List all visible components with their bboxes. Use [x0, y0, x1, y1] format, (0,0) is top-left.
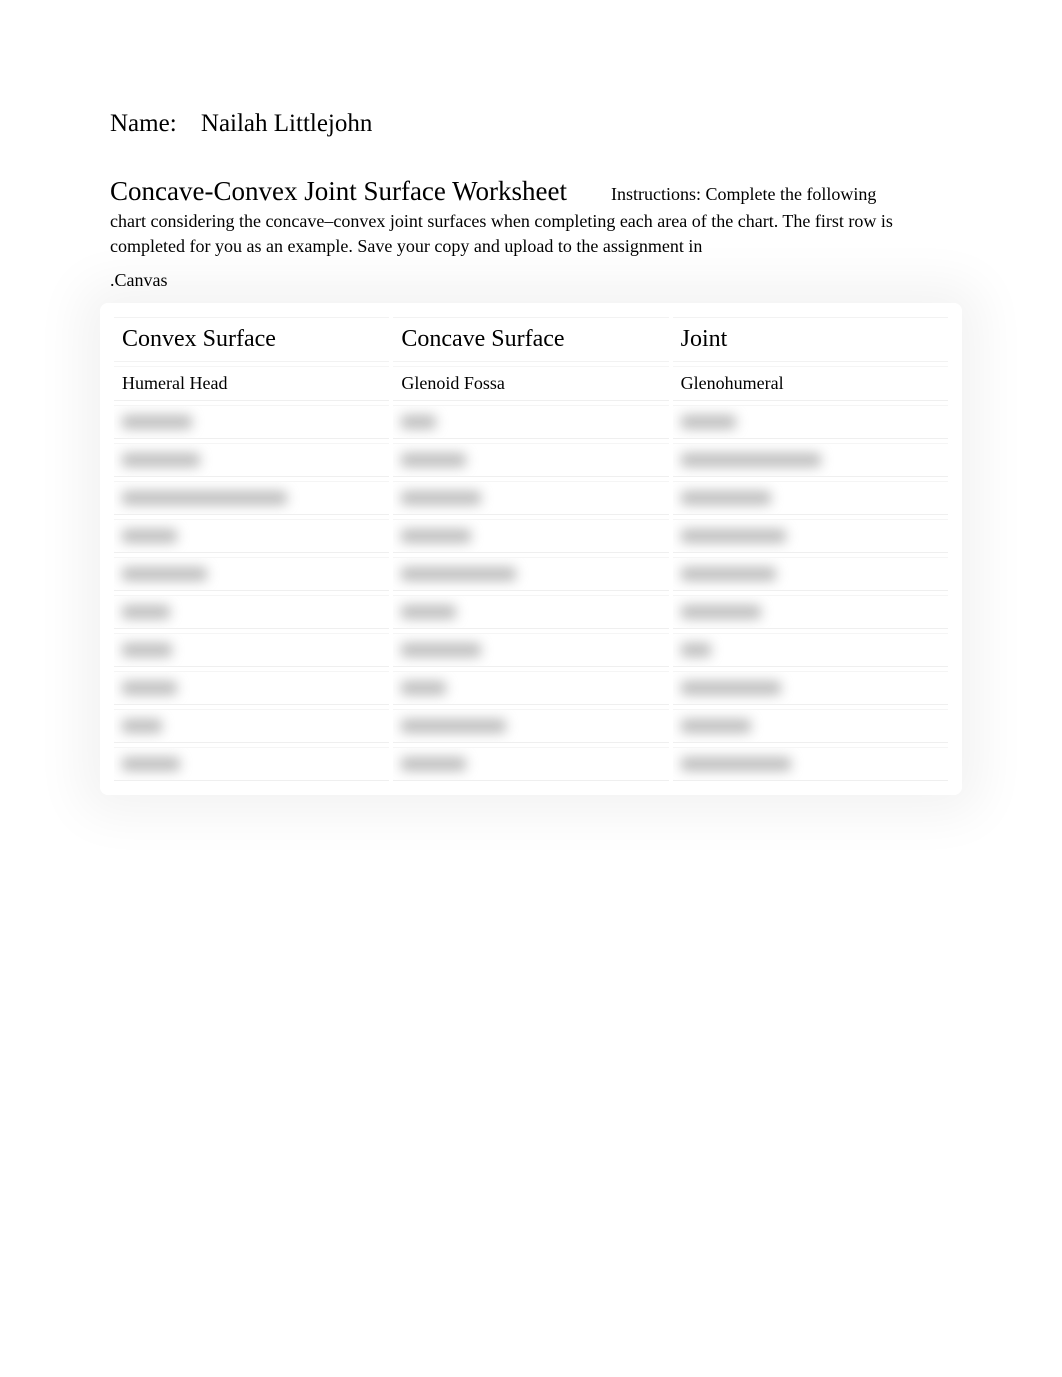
name-row: Name: Nailah Littlejohn: [110, 110, 952, 138]
cell-concave: [393, 481, 668, 515]
cell-convex: [114, 747, 389, 781]
cell-concave: [393, 519, 668, 553]
table-row: [114, 557, 948, 591]
cell-concave: [393, 709, 668, 743]
cell-concave: [393, 405, 668, 439]
cell-convex: [114, 481, 389, 515]
cell-concave: [393, 633, 668, 667]
cell-concave: [393, 671, 668, 705]
cell-convex: [114, 405, 389, 439]
cell-joint: [673, 671, 948, 705]
worksheet-title: Concave-Convex Joint Surface Worksheet: [110, 176, 567, 206]
canvas-line: .Canvas: [110, 270, 952, 291]
cell-joint: [673, 405, 948, 439]
cell-joint: [673, 481, 948, 515]
table-header-row: Convex Surface Concave Surface Joint: [114, 317, 948, 362]
header-joint: Joint: [673, 317, 948, 362]
header-concave: Concave Surface: [393, 317, 668, 362]
table-row: [114, 519, 948, 553]
table-row: [114, 481, 948, 515]
cell-concave: Glenoid Fossa: [393, 366, 668, 401]
table-row: [114, 405, 948, 439]
name-value: Nailah Littlejohn: [201, 110, 372, 138]
name-label: Name:: [110, 110, 177, 138]
cell-concave: [393, 443, 668, 477]
cell-concave: [393, 595, 668, 629]
cell-convex: [114, 633, 389, 667]
cell-joint: [673, 747, 948, 781]
table-row: [114, 747, 948, 781]
cell-convex: [114, 709, 389, 743]
table-row: [114, 633, 948, 667]
instructions-inline: Instructions: Complete the following: [611, 184, 876, 204]
table-row: [114, 671, 948, 705]
cell-joint: Glenohumeral: [673, 366, 948, 401]
cell-joint: [673, 633, 948, 667]
cell-convex: [114, 443, 389, 477]
cell-concave: [393, 747, 668, 781]
joint-surface-table: Convex Surface Concave Surface Joint Hum…: [110, 313, 952, 785]
table-row: [114, 443, 948, 477]
cell-joint: [673, 519, 948, 553]
cell-convex: [114, 557, 389, 591]
table-container: Convex Surface Concave Surface Joint Hum…: [110, 313, 952, 785]
header-convex: Convex Surface: [114, 317, 389, 362]
cell-convex: [114, 671, 389, 705]
cell-joint: [673, 709, 948, 743]
cell-convex: Humeral Head: [114, 366, 389, 401]
table-row: [114, 595, 948, 629]
cell-joint: [673, 443, 948, 477]
instructions-body: chart considering the concave–convex joi…: [110, 209, 952, 259]
cell-convex: [114, 519, 389, 553]
cell-concave: [393, 557, 668, 591]
table-row: Humeral HeadGlenoid FossaGlenohumeral: [114, 366, 948, 401]
cell-joint: [673, 557, 948, 591]
table-row: [114, 709, 948, 743]
cell-joint: [673, 595, 948, 629]
cell-convex: [114, 595, 389, 629]
title-block: Concave-Convex Joint Surface Worksheet I…: [110, 176, 952, 260]
